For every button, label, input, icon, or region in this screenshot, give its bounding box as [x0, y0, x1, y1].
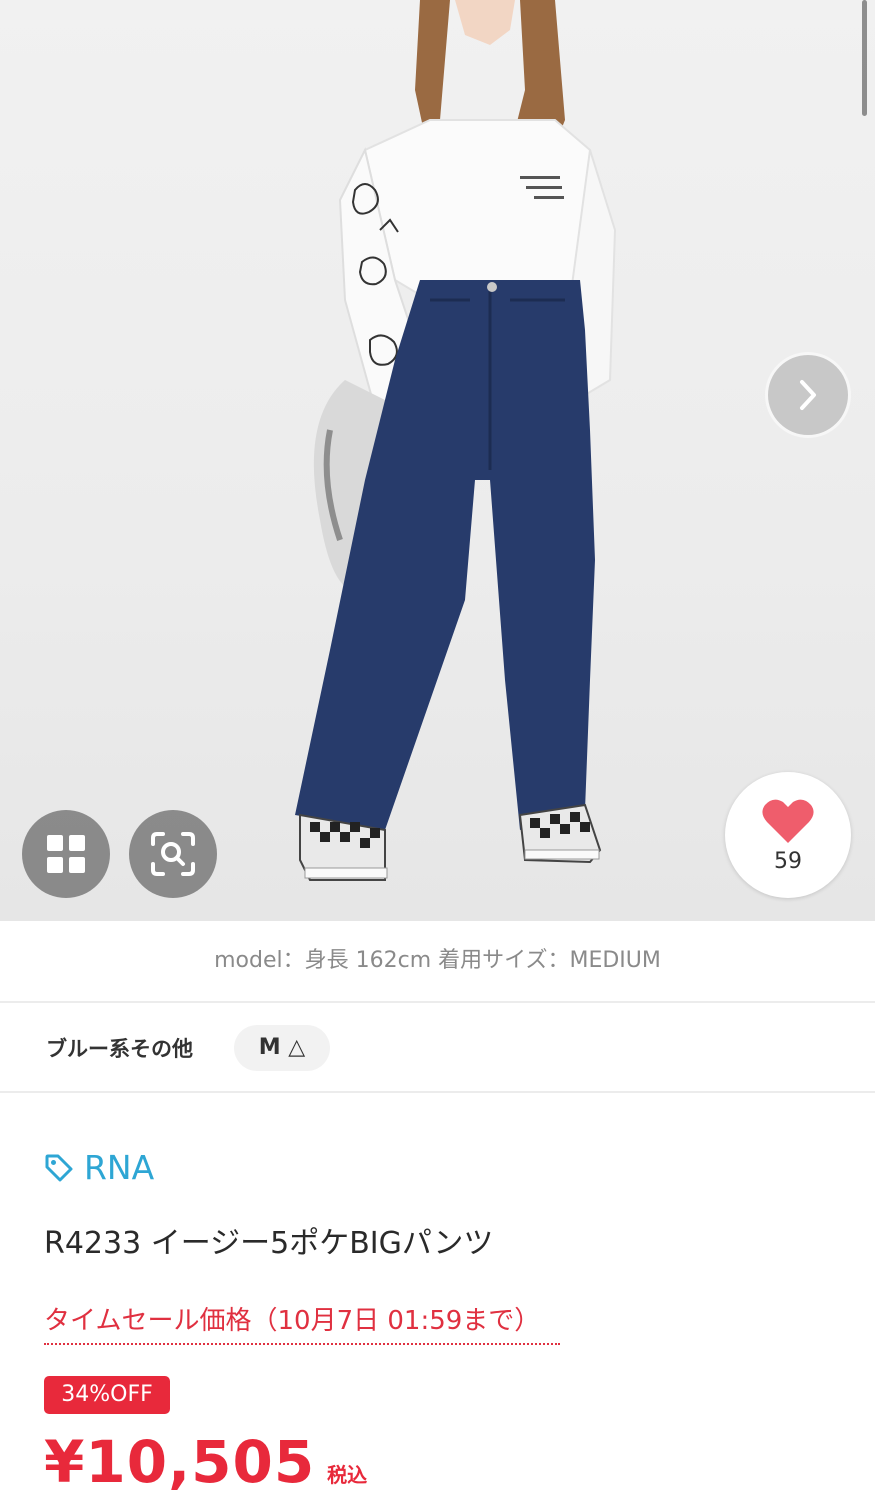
brand-link[interactable]: RNA — [44, 1148, 154, 1187]
heart-icon — [762, 799, 814, 843]
tax-note: 税込 — [327, 1463, 368, 1487]
model-info: model：身長 162cm 着用サイズ：MEDIUM — [0, 921, 875, 1003]
product-image-gallery[interactable]: 59 — [0, 0, 875, 921]
favorite-count: 59 — [774, 848, 802, 874]
page-scrollbar[interactable] — [862, 0, 867, 116]
discount-badge: 34%OFF — [44, 1376, 170, 1414]
zoom-button[interactable] — [129, 810, 217, 898]
variant-row: ブルー系その他 M △ — [0, 1003, 875, 1093]
brand-name: RNA — [84, 1148, 155, 1187]
color-name: ブルー系その他 — [46, 1037, 193, 1061]
product-title: R4233 イージー5ポケBIGパンツ — [44, 1226, 494, 1261]
grid-icon — [47, 835, 85, 873]
product-photo — [295, 0, 617, 881]
next-image-button[interactable] — [765, 352, 851, 438]
size-option[interactable]: M △ — [234, 1025, 330, 1071]
time-sale-label: タイムセール価格（10月7日 01:59まで） — [44, 1300, 560, 1345]
tag-icon — [45, 1154, 73, 1181]
chevron-right-icon — [800, 380, 816, 410]
favorite-button[interactable]: 59 — [725, 772, 851, 898]
zoom-search-icon — [151, 832, 195, 876]
grid-view-button[interactable] — [22, 810, 110, 898]
price: ¥10,505 税込 — [44, 1428, 367, 1496]
price-amount: ¥10,505 — [44, 1428, 316, 1496]
